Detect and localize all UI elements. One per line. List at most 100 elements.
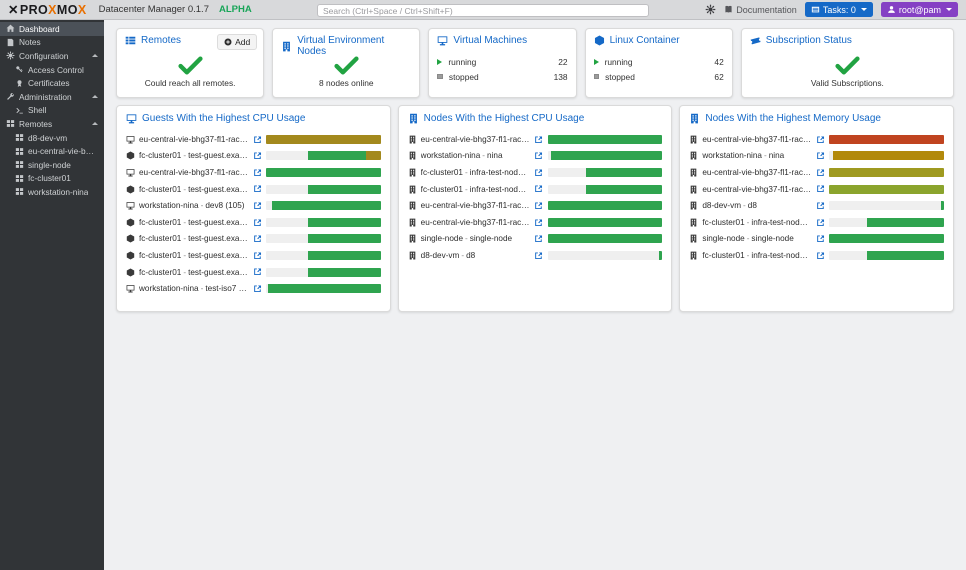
sidebar-item-configuration[interactable]: Configuration — [0, 49, 104, 63]
usage-row-remote: eu-central-vie-bhg37-fl1-rack2 — [421, 135, 530, 144]
usage-bar-segment — [548, 201, 663, 210]
vm-stopped-row: stopped 138 — [437, 72, 567, 82]
external-link-icon[interactable] — [253, 151, 263, 161]
search-input[interactable] — [317, 4, 649, 17]
documentation-link[interactable]: Documentation — [724, 5, 797, 15]
usage-bar-segment — [266, 135, 381, 144]
usage-row-remote: eu-central-vie-bhg37-fl1-rack2 — [139, 168, 248, 177]
monitor-icon — [126, 284, 135, 293]
usage-row-separator: - — [747, 234, 750, 243]
grid-icon — [6, 119, 15, 128]
plus-circle-icon — [224, 38, 232, 46]
external-link-icon[interactable] — [253, 267, 263, 277]
usage-row-separator: - — [183, 218, 186, 227]
usage-row: d8-dev-vm-d8 — [689, 197, 944, 214]
external-link-icon[interactable] — [253, 135, 263, 145]
usage-row: fc-cluster01-test-guest.example.com (271… — [126, 214, 381, 231]
usage-bar — [266, 201, 381, 210]
user-menu-button[interactable]: root@pam — [881, 2, 958, 17]
sidebar-item-certificates[interactable]: Certificates — [0, 76, 104, 90]
external-link-icon[interactable] — [253, 184, 263, 194]
usage-row-remote: fc-cluster01 — [139, 234, 181, 243]
sidebar-item-administration[interactable]: Administration — [0, 90, 104, 104]
collapse-caret-icon[interactable] — [92, 122, 98, 125]
usage-row-remote: workstation-nina — [139, 201, 199, 210]
usage-row: d8-dev-vm-d8 — [408, 247, 663, 264]
external-link-icon[interactable] — [253, 218, 263, 228]
usage-row: workstation-nina-test-iso7 (4221) — [126, 280, 381, 297]
usage-row-name: test-guest.example.com (169) — [188, 151, 249, 160]
external-link-icon[interactable] — [816, 251, 826, 261]
subscription-status-card: Subscription Status Valid Subscriptions. — [741, 28, 954, 98]
sidebar-item-shell[interactable]: Shell — [0, 104, 104, 118]
usage-row: fc-cluster01-infra-test-node03 — [408, 181, 663, 198]
sidebar-item-single-node[interactable]: single-node — [0, 158, 104, 172]
usage-row-remote: eu-central-vie-bhg37-fl1-rack2 — [702, 168, 811, 177]
usage-bar-segment — [308, 185, 380, 194]
external-link-icon[interactable] — [534, 151, 544, 161]
usage-bar — [266, 234, 381, 243]
collapse-caret-icon[interactable] — [92, 54, 98, 57]
external-link-icon[interactable] — [253, 284, 263, 294]
external-link-icon[interactable] — [816, 218, 826, 228]
sidebar-item-remotes[interactable]: Remotes — [0, 117, 104, 131]
grid-icon — [15, 174, 24, 183]
usage-bar — [266, 284, 381, 293]
sidebar-item-d8-dev-vm[interactable]: d8-dev-vm — [0, 131, 104, 145]
external-link-icon[interactable] — [816, 168, 826, 178]
external-link-icon[interactable] — [534, 234, 544, 244]
usage-bar-segment — [829, 168, 944, 177]
usage-row-separator: - — [183, 251, 186, 260]
usage-bar — [548, 151, 663, 160]
external-link-icon[interactable] — [534, 168, 544, 178]
sidebar-item-notes[interactable]: Notes — [0, 36, 104, 50]
external-link-icon[interactable] — [253, 168, 263, 178]
external-link-icon[interactable] — [534, 251, 544, 261]
external-link-icon[interactable] — [816, 184, 826, 194]
sidebar-item-dashboard[interactable]: Dashboard — [0, 22, 104, 36]
usage-row: workstation-nina-nina — [689, 148, 944, 165]
external-link-icon[interactable] — [534, 184, 544, 194]
usage-bar-segment — [308, 268, 380, 277]
usage-row-name: d8 — [466, 251, 475, 260]
usage-bar — [266, 218, 381, 227]
check-icon — [835, 56, 860, 75]
usage-bar — [266, 268, 381, 277]
usage-row: eu-central-vie-bhg37-fl1-rack2-prod2 — [689, 181, 944, 198]
external-link-icon[interactable] — [253, 201, 263, 211]
usage-row-remote: fc-cluster01 — [421, 168, 463, 177]
sidebar-item-eu-central-vie-bhg37-fl1-rack2[interactable]: eu-central-vie-bhg37-fl1-rack2 — [0, 144, 104, 158]
external-link-icon[interactable] — [816, 234, 826, 244]
building-icon — [689, 201, 698, 210]
external-link-icon[interactable] — [534, 201, 544, 211]
usage-bar — [829, 185, 944, 194]
usage-row-remote: workstation-nina — [702, 151, 762, 160]
usage-row-remote: workstation-nina — [139, 284, 199, 293]
sidebar-item-fc-cluster01[interactable]: fc-cluster01 — [0, 172, 104, 186]
sidebar-item-workstation-nina[interactable]: workstation-nina — [0, 185, 104, 199]
sidebar-item-access-control[interactable]: Access Control — [0, 63, 104, 77]
external-link-icon[interactable] — [534, 135, 544, 145]
usage-row-separator: - — [183, 234, 186, 243]
usage-row-separator: - — [465, 168, 468, 177]
settings-gear-icon[interactable] — [705, 4, 716, 15]
external-link-icon[interactable] — [253, 251, 263, 261]
external-link-icon[interactable] — [534, 218, 544, 228]
external-link-icon[interactable] — [816, 135, 826, 145]
tasks-button[interactable]: Tasks: 0 — [805, 2, 873, 17]
tasks-icon — [811, 5, 820, 14]
nodes-memory-panel: Nodes With the Highest Memory Usage eu-c… — [679, 105, 954, 312]
panel-title: Nodes With the Highest Memory Usage — [705, 113, 881, 124]
usage-row: fc-cluster01-infra-test-node04 — [408, 164, 663, 181]
collapse-caret-icon[interactable] — [92, 95, 98, 98]
nodes-status-text: 8 nodes online — [319, 78, 373, 88]
usage-bar — [829, 135, 944, 144]
external-link-icon[interactable] — [253, 234, 263, 244]
topbar-actions: Documentation Tasks: 0 root@pam — [705, 2, 958, 17]
usage-bar-segment — [586, 168, 663, 177]
external-link-icon[interactable] — [816, 151, 826, 161]
external-link-icon[interactable] — [816, 201, 826, 211]
usage-bar — [548, 135, 663, 144]
add-remote-button[interactable]: Add — [217, 34, 257, 50]
cube-icon — [126, 234, 135, 243]
